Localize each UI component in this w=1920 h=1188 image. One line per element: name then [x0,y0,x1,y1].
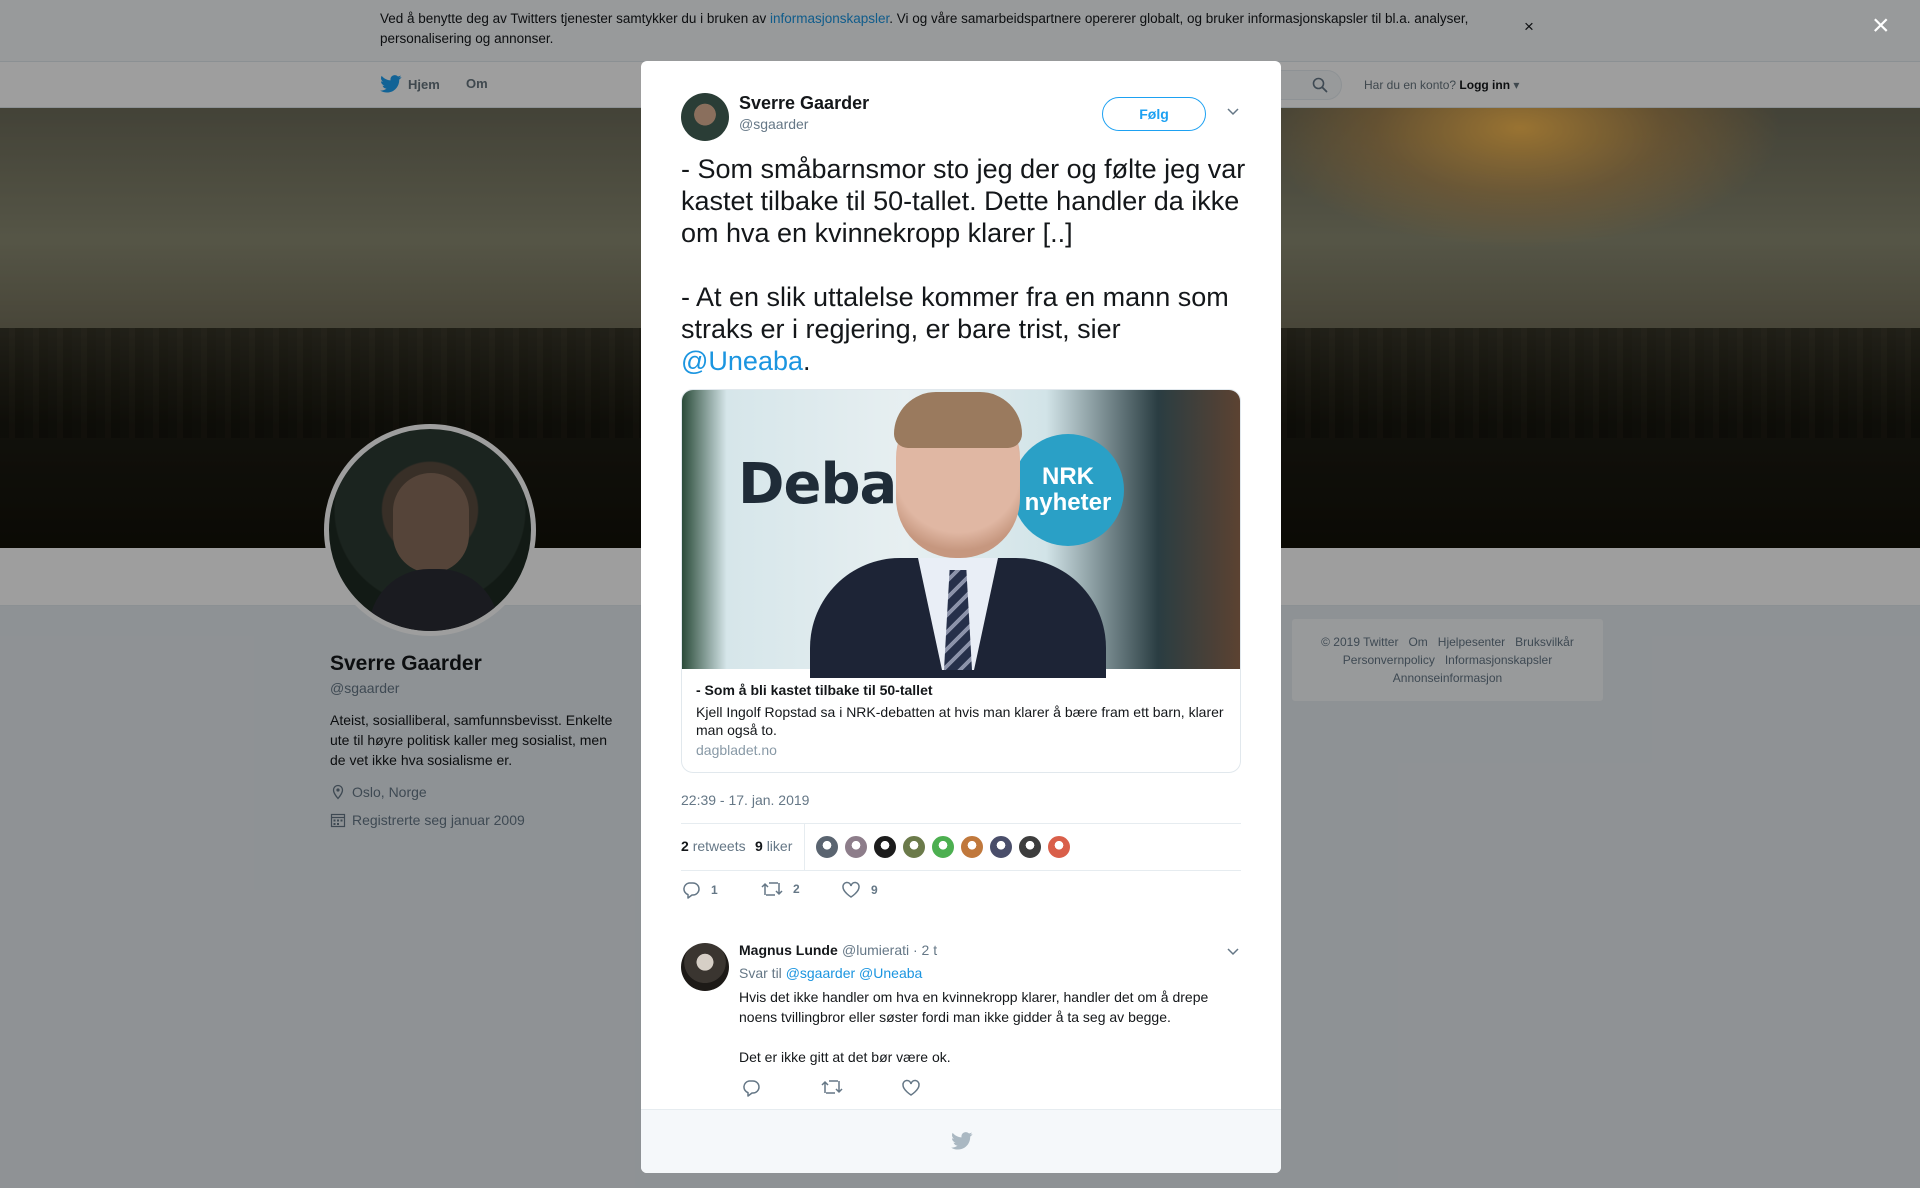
card-image: Debat NRK nyheter [682,390,1240,678]
reply-author-name[interactable]: Magnus Lunde [739,942,838,958]
liker-avatar[interactable] [815,835,839,859]
link-preview-card[interactable]: Debat NRK nyheter - Som å bli kastet til… [681,389,1241,773]
reply-count: 1 [711,883,718,897]
retweet-button[interactable]: 2 [761,881,800,897]
retweet-icon [761,882,783,896]
heart-icon [842,881,860,898]
liker-avatar[interactable] [989,835,1013,859]
tweet-stats: 2 retweets 9 liker [681,823,1241,871]
chevron-down-icon[interactable] [1227,107,1239,117]
likes-label: liker [766,838,793,854]
card-image-text-debate: Debat [738,452,923,517]
reply-to-label: Svar til [739,965,782,981]
reply-author-handle[interactable]: @lumierati · 2 t [842,942,937,958]
liker-avatar[interactable] [844,835,868,859]
liker-avatars [815,835,1071,859]
reply-author-avatar[interactable] [681,943,729,991]
card-title: - Som å bli kastet tilbake til 50-tallet [696,682,933,698]
modal-footer [641,1109,1281,1173]
chevron-down-icon[interactable] [1227,947,1239,957]
tweet-author-name[interactable]: Sverre Gaarder [739,93,869,114]
tweet-author-avatar[interactable] [681,93,729,141]
retweet-count: 2 [793,882,800,896]
likes-count: 9 [755,838,763,854]
heart-icon[interactable] [901,1079,921,1097]
nrk-logo: NRK nyheter [1012,434,1124,546]
reply-button[interactable]: 1 [681,881,718,899]
stats-divider [804,824,805,870]
reply-icon[interactable] [741,1079,761,1097]
liker-avatar[interactable] [873,835,897,859]
retweet-icon[interactable] [821,1079,843,1095]
retweets-stat[interactable]: 2 retweets [681,838,746,854]
like-button[interactable]: 9 [841,881,878,899]
likes-stat[interactable]: 9 liker [755,838,792,854]
overlay-close-button[interactable]: × [1872,11,1890,41]
tweet-author-handle[interactable]: @sgaarder [739,116,808,132]
tweet-permalink-modal: Sverre Gaarder @sgaarder Følg - Som småb… [641,61,1281,1173]
reply-to-line: Svar til @sgaarder @Uneaba [739,965,922,981]
reply-text: Hvis det ikke handler om hva en kvinnekr… [739,989,1209,1065]
tweet-text-end: . [803,346,811,376]
liker-avatar[interactable] [931,835,955,859]
tweet-mention-link[interactable]: @Uneaba [681,346,803,376]
tweet-actions: 1 2 9 [681,881,981,905]
retweets-label: retweets [692,838,746,854]
liker-avatar[interactable] [960,835,984,859]
retweets-count: 2 [681,838,689,854]
tweet-text-body: - Som småbarnsmor sto jeg der og følte j… [681,154,1246,344]
tweet-timestamp[interactable]: 22:39 - 17. jan. 2019 [681,792,809,808]
reply-icon [683,882,700,899]
card-domain: dagbladet.no [696,742,777,758]
card-person-hair [894,392,1022,448]
follow-button[interactable]: Følg [1102,97,1206,131]
like-count: 9 [871,883,878,897]
liker-avatar[interactable] [902,835,926,859]
liker-avatar[interactable] [1047,835,1071,859]
liker-avatar[interactable] [1018,835,1042,859]
twitter-bird-icon [951,1132,973,1150]
card-description: Kjell Ingolf Ropstad sa i NRK-debatten a… [696,704,1224,738]
tweet-text: - Som småbarnsmor sto jeg der og følte j… [681,153,1251,377]
reply-to-mentions[interactable]: @sgaarder @Uneaba [786,965,923,981]
reply-actions [741,1079,1041,1099]
